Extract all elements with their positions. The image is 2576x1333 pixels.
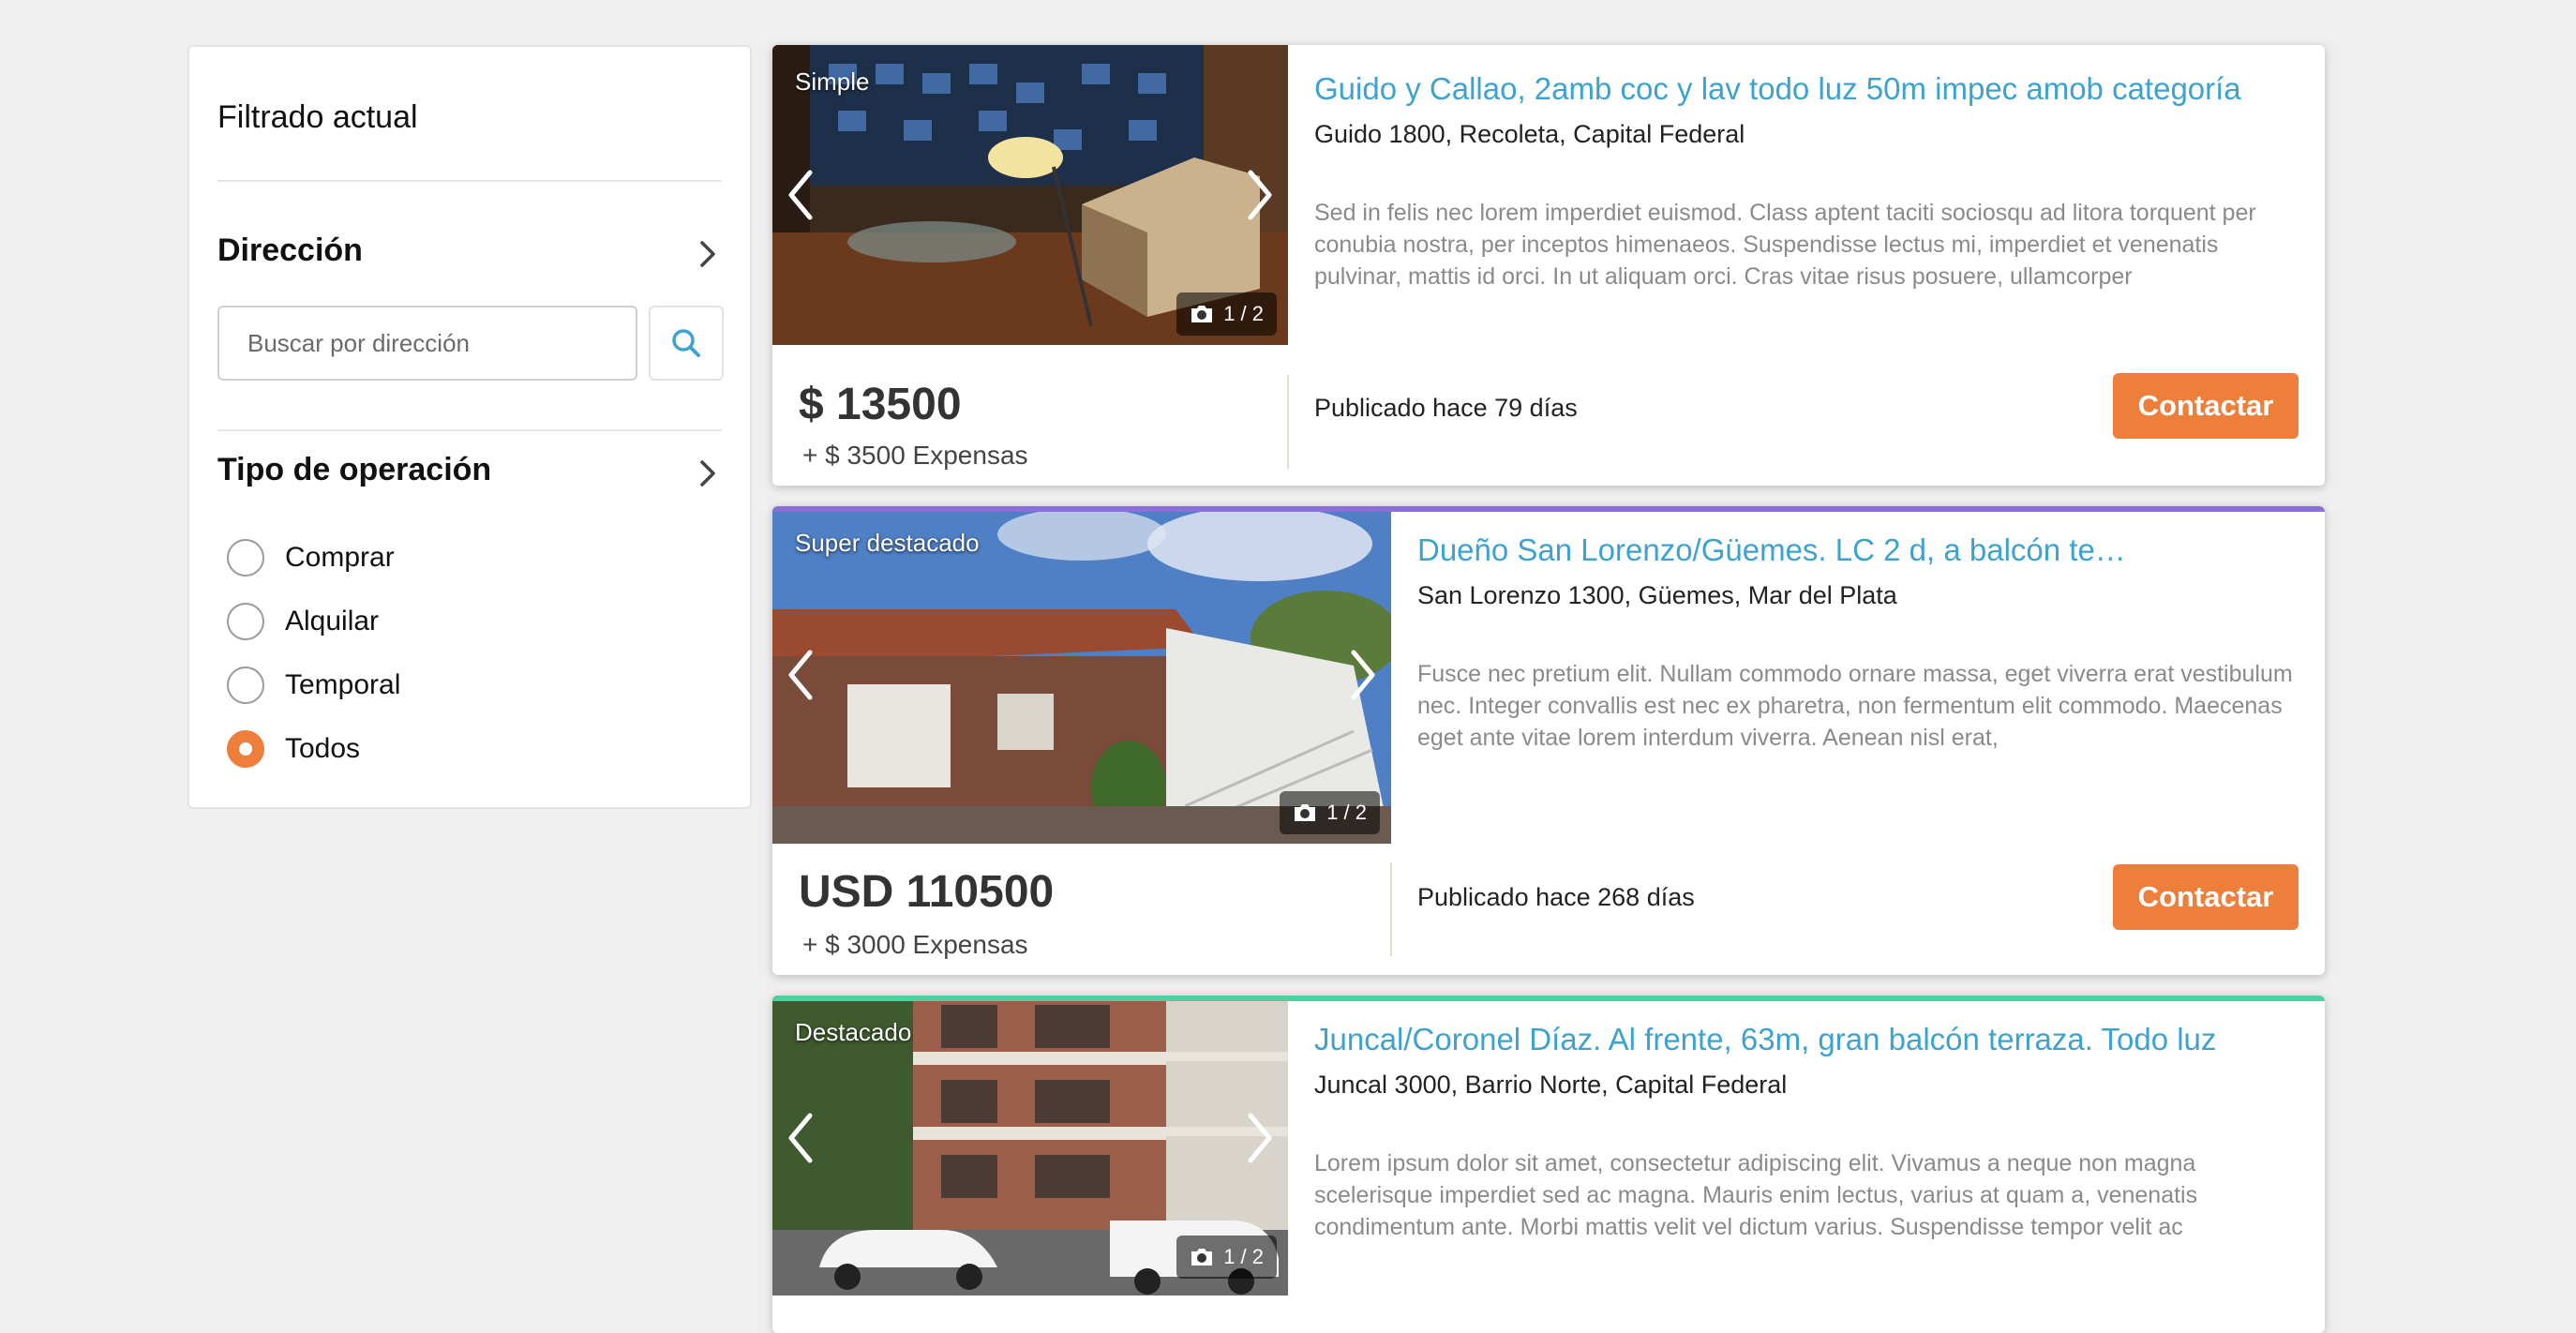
divider	[217, 180, 722, 182]
listing-title-link[interactable]: Juncal/Coronel Díaz. Al frente, 63m, gra…	[1314, 1022, 2299, 1057]
arrow-left-icon[interactable]	[780, 165, 825, 225]
radio-label: Comprar	[285, 542, 395, 573]
listing-tier-badge: Destacado	[795, 1018, 912, 1046]
listing-address: Juncal 3000, Barrio Norte, Capital Feder…	[1314, 1071, 1788, 1099]
radio-label: Alquilar	[285, 606, 380, 637]
camera-icon	[1191, 306, 1213, 322]
listing-title-link[interactable]: Dueño San Lorenzo/Güemes. LC 2 d, a balc…	[1417, 532, 2130, 568]
search-button[interactable]	[649, 306, 724, 381]
listing-description: Lorem ipsum dolor sit amet, consectetur …	[1314, 1150, 2198, 1240]
photo-counter-text: 1 / 2	[1326, 801, 1367, 824]
radio-button[interactable]	[227, 666, 264, 704]
photo-counter-text: 1 / 2	[1223, 302, 1264, 325]
radio-button-selected[interactable]	[227, 730, 264, 768]
contact-button[interactable]: Contactar	[2113, 373, 2299, 439]
listing-address: San Lorenzo 1300, Güemes, Mar del Plata	[1417, 581, 1897, 609]
radio-label: Todos	[285, 733, 361, 764]
contact-button[interactable]: Contactar	[2113, 864, 2299, 930]
radio-button[interactable]	[227, 539, 264, 577]
photo-counter: 1 / 2	[1176, 292, 1277, 336]
photo-counter: 1 / 2	[1280, 791, 1380, 834]
listing-card[interactable]: Destacado 1 / 2 Juncal/Coronel Díaz. Al …	[772, 996, 2325, 1333]
filter-sidebar: Filtrado actual Dirección Tipo de operac…	[187, 45, 752, 809]
operation-type-heading[interactable]: Tipo de operación	[217, 452, 491, 488]
destacado-accent-bar	[772, 996, 2325, 1001]
listing-expensas: + $ 3500 Expensas	[802, 441, 1028, 470]
listing-price: USD 110500	[799, 867, 1055, 917]
radio-button[interactable]	[227, 603, 264, 640]
photo-counter-text: 1 / 2	[1223, 1245, 1264, 1268]
listing-price: $ 13500	[799, 380, 962, 429]
listing-photo[interactable]: Simple 1 / 2	[772, 45, 1288, 345]
listing-tier-badge: Super destacado	[795, 529, 980, 557]
listing-title-link[interactable]: Guido y Callao, 2amb coc y lav todo luz …	[1314, 71, 2299, 107]
radio-label: Temporal	[285, 669, 401, 700]
camera-icon	[1191, 1249, 1213, 1266]
chevron-right-icon[interactable]	[692, 457, 724, 489]
listing-published-date: Publicado hace 268 días	[1417, 883, 1695, 911]
photo-counter: 1 / 2	[1176, 1236, 1277, 1279]
camera-icon	[1295, 804, 1316, 821]
listing-tier-badge: Simple	[795, 67, 870, 96]
direccion-heading[interactable]: Dirección	[217, 232, 363, 269]
arrow-right-icon[interactable]	[1236, 165, 1281, 225]
radio-option-comprar[interactable]: Comprar	[227, 536, 395, 579]
arrow-left-icon[interactable]	[780, 1108, 825, 1168]
listing-photo[interactable]: Destacado 1 / 2	[772, 996, 1288, 1296]
listing-published-date: Publicado hace 79 días	[1314, 394, 1578, 422]
arrow-right-icon[interactable]	[1236, 1108, 1281, 1168]
listing-card[interactable]: Super destacado 1 / 2 Dueño San Lorenzo/…	[772, 506, 2325, 975]
listing-address: Guido 1800, Recoleta, Capital Federal	[1314, 120, 1745, 148]
divider	[1287, 375, 1289, 469]
listing-expensas: + $ 3000 Expensas	[802, 930, 1028, 959]
radio-option-todos[interactable]: Todos	[227, 727, 360, 771]
address-search-input[interactable]	[217, 306, 637, 381]
divider	[217, 429, 722, 431]
radio-option-temporal[interactable]: Temporal	[227, 664, 400, 707]
listing-description: Sed in felis nec lorem imperdiet euismod…	[1314, 200, 2256, 290]
divider	[1390, 862, 1392, 956]
arrow-left-icon[interactable]	[780, 645, 825, 705]
listing-photo[interactable]: Super destacado 1 / 2	[772, 506, 1391, 844]
search-icon	[672, 329, 700, 357]
arrow-right-icon[interactable]	[1339, 645, 1384, 705]
super-destacado-accent-bar	[772, 506, 2325, 512]
listing-description: Fusce nec pretium elit. Nullam commodo o…	[1417, 661, 2293, 751]
filter-title: Filtrado actual	[217, 99, 418, 135]
listing-card[interactable]: Simple 1 / 2 Guido y Callao, 2amb coc y …	[772, 45, 2325, 486]
chevron-right-icon[interactable]	[692, 238, 724, 270]
radio-option-alquilar[interactable]: Alquilar	[227, 600, 379, 643]
